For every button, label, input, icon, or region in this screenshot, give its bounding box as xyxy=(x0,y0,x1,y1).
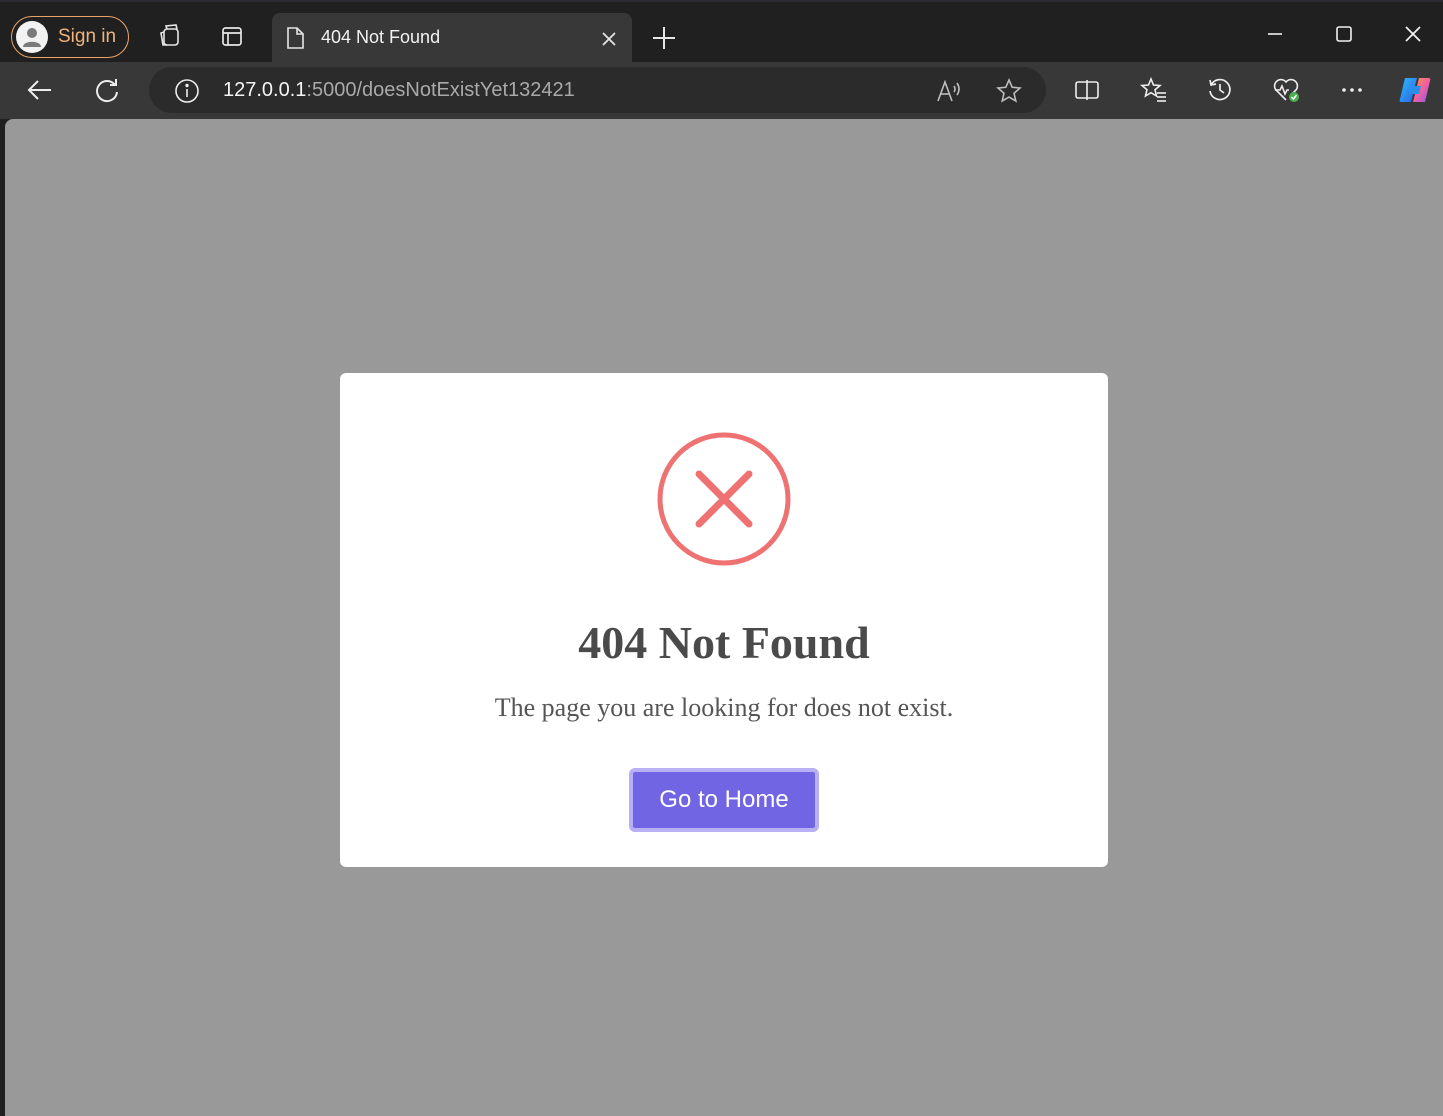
minimize-icon[interactable] xyxy=(1261,20,1289,48)
tab-actions-icon[interactable] xyxy=(218,22,246,50)
error-x-icon xyxy=(657,432,791,566)
maximize-icon[interactable] xyxy=(1330,20,1358,48)
close-icon[interactable] xyxy=(598,28,620,50)
address-bar[interactable]: 127.0.0.1:5000/doesNotExistYet132421 xyxy=(149,67,1046,113)
toolbar: 127.0.0.1:5000/doesNotExistYet132421 xyxy=(0,62,1443,119)
url-text[interactable]: 127.0.0.1:5000/doesNotExistYet132421 xyxy=(223,79,575,102)
more-icon[interactable] xyxy=(1336,74,1368,106)
url-path: :5000/doesNotExistYet132421 xyxy=(306,79,575,101)
favorites-icon[interactable] xyxy=(1138,74,1170,106)
tab-title: 404 Not Found xyxy=(321,27,441,47)
go-to-home-button[interactable]: Go to Home xyxy=(629,768,819,832)
browser-window: Sign in 404 Not Found 127.0.0.1:5000/doe… xyxy=(0,0,1443,1116)
page-icon xyxy=(287,27,304,49)
browser-essentials-icon[interactable] xyxy=(1270,74,1302,106)
error-message: The page you are looking for does not ex… xyxy=(494,693,954,722)
sign-in-label: Sign in xyxy=(58,26,117,47)
profile-icon xyxy=(16,21,48,53)
history-icon[interactable] xyxy=(1204,74,1236,106)
copilot-icon[interactable] xyxy=(1397,72,1433,108)
sign-in-button[interactable]: Sign in xyxy=(11,16,129,58)
info-icon[interactable] xyxy=(174,78,200,104)
read-aloud-icon[interactable] xyxy=(935,77,963,105)
refresh-icon[interactable] xyxy=(91,74,123,106)
close-window-icon[interactable] xyxy=(1399,20,1427,48)
star-icon[interactable] xyxy=(995,77,1023,105)
plus-icon[interactable] xyxy=(650,24,678,52)
page-title: 404 Not Found xyxy=(578,617,870,668)
error-card: 404 Not Found The page you are looking f… xyxy=(340,373,1108,867)
page-viewport: 404 Not Found The page you are looking f… xyxy=(5,119,1443,1116)
back-arrow-icon[interactable] xyxy=(24,74,56,106)
tab-active[interactable]: 404 Not Found xyxy=(272,13,632,64)
url-host: 127.0.0.1 xyxy=(223,79,307,101)
split-screen-icon[interactable] xyxy=(1071,74,1103,106)
tab-strip: Sign in 404 Not Found xyxy=(0,0,1443,64)
workspaces-icon[interactable] xyxy=(155,22,183,50)
